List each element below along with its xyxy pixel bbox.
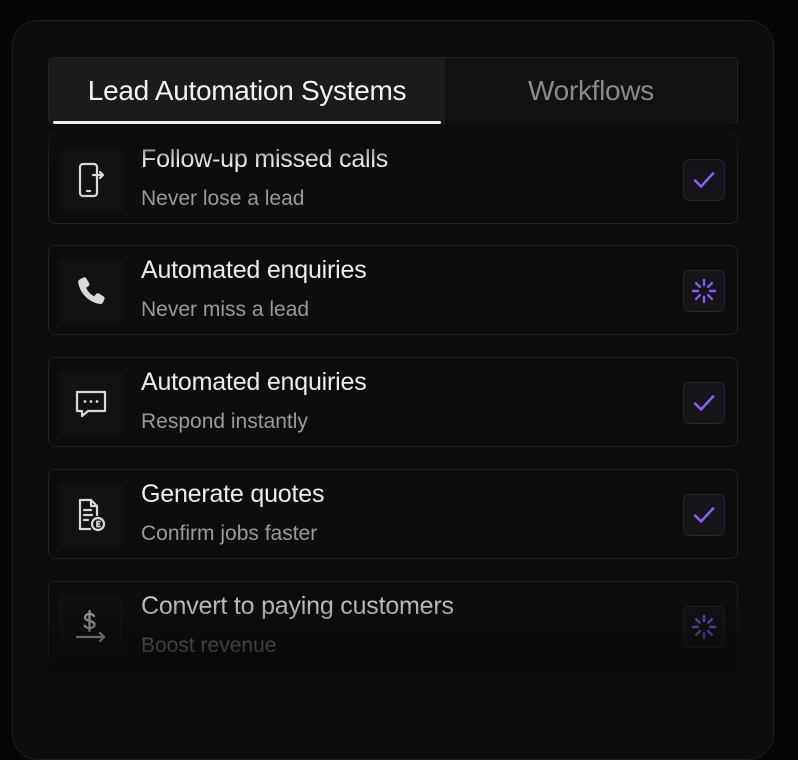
list-item-automated-enquiries-calls[interactable]: Automated enquiries Never miss a lead: [48, 245, 738, 335]
phone-icon: [59, 259, 123, 323]
quote-document-icon: [59, 483, 123, 547]
item-title: Generate quotes: [141, 480, 325, 508]
status-checkmark-icon: [683, 494, 725, 536]
list-item-convert-to-paying-customers[interactable]: Convert to paying customers Boost revenu…: [48, 581, 738, 670]
tab-bar: Lead Automation Systems Workflows: [48, 57, 738, 125]
item-subtitle: Respond instantly: [141, 410, 308, 433]
tab-lead-automation-systems[interactable]: Lead Automation Systems: [49, 58, 445, 124]
dollar-arrow-icon: [59, 595, 123, 659]
phone-forward-icon: [59, 148, 123, 212]
tab-workflows[interactable]: Workflows: [445, 58, 737, 124]
item-title: Automated enquiries: [141, 256, 367, 284]
status-checkmark-icon: [683, 382, 725, 424]
item-subtitle: Boost revenue: [141, 634, 277, 657]
automation-list: Follow-up missed calls Never lose a lead…: [48, 124, 738, 670]
status-checkmark-icon: [683, 159, 725, 201]
item-title: Convert to paying customers: [141, 592, 454, 620]
item-title: Follow-up missed calls: [141, 145, 389, 173]
list-item-follow-up-missed-calls[interactable]: Follow-up missed calls Never lose a lead: [48, 134, 738, 224]
list-item-automated-enquiries-chat[interactable]: Automated enquiries Respond instantly: [48, 357, 738, 447]
item-subtitle: Never lose a lead: [141, 187, 305, 210]
status-spinner-icon: [683, 606, 725, 648]
item-subtitle: Confirm jobs faster: [141, 522, 318, 545]
item-title: Automated enquiries: [141, 368, 367, 396]
chat-icon: [59, 371, 123, 435]
status-spinner-icon: [683, 270, 725, 312]
item-subtitle: Never miss a lead: [141, 298, 310, 321]
list-item-generate-quotes[interactable]: Generate quotes Confirm jobs faster: [48, 469, 738, 559]
